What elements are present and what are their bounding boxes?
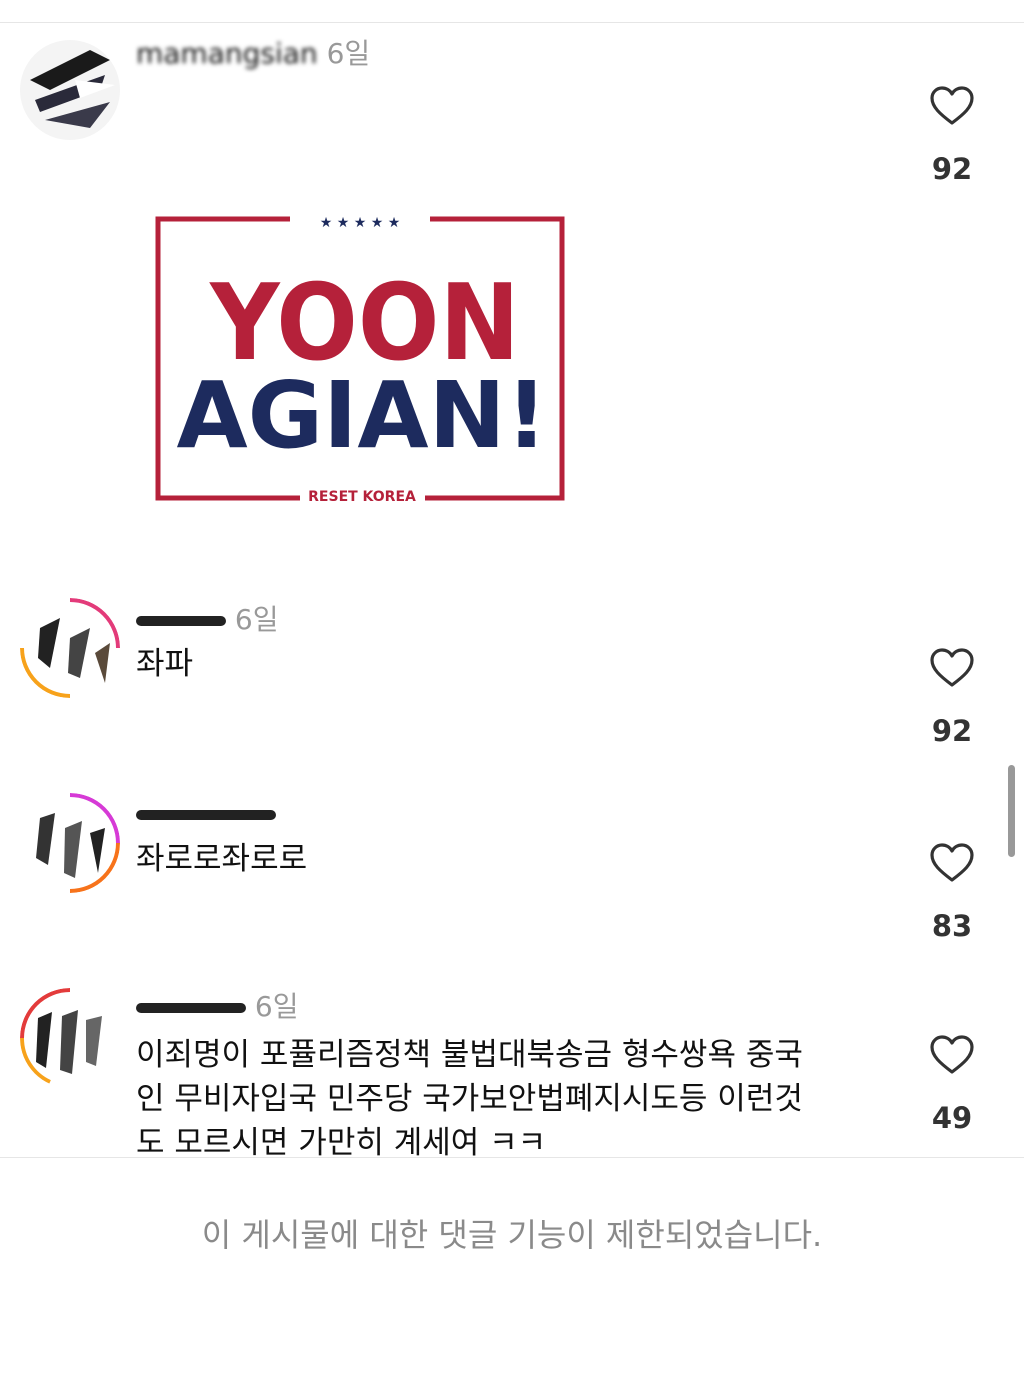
comment-text: 좌로로좌로로 [136, 841, 308, 877]
comment-time: 6일 [234, 603, 279, 636]
like-button[interactable]: 92 [922, 648, 982, 748]
comment-time: 6일 [254, 990, 299, 1023]
comments-restricted-bar: 이 게시물에 대한 댓글 기능이 제한되었습니다. [0, 1157, 1024, 1392]
top-divider [0, 22, 1024, 23]
like-button[interactable]: 49 [922, 1035, 982, 1135]
comment-meta: mamangsian 6일 [136, 32, 370, 72]
comment-text-line: 인 무비자입국 민주당 국가보안법폐지시도등 이런것 [136, 1081, 803, 1117]
like-button[interactable]: 92 [922, 86, 982, 186]
image-footer: RESET KOREA [308, 489, 416, 505]
like-count: 49 [931, 1101, 973, 1135]
comment-time: 6일 [326, 37, 371, 70]
scrollbar[interactable] [1008, 765, 1015, 857]
like-count: 92 [931, 152, 973, 186]
like-button[interactable]: 83 [922, 843, 982, 943]
avatar[interactable] [20, 988, 120, 1088]
comment-text: 이죄명이 포퓰리즘정책 불법대북송금 형수쌍욕 중국 인 무비자입국 민주당 국… [136, 1033, 803, 1165]
heart-icon [930, 843, 974, 882]
avatar[interactable] [20, 793, 120, 893]
avatar[interactable] [20, 598, 120, 698]
heart-icon [930, 1035, 974, 1074]
like-count: 83 [931, 909, 973, 943]
comment-username[interactable]: mamangsian [136, 37, 318, 70]
comment-meta: 6일 [136, 985, 298, 1025]
image-line2: AGIAN! [176, 362, 547, 469]
like-count: 92 [931, 714, 973, 748]
heart-icon [930, 648, 974, 687]
comment-text-line: 이죄명이 포퓰리즘정책 불법대북송금 형수쌍욕 중국 [136, 1037, 803, 1073]
stars-text: ★ ★ ★ ★ ★ [320, 215, 401, 231]
restricted-message: 이 게시물에 대한 댓글 기능이 제한되었습니다. [201, 1216, 823, 1254]
heart-icon [930, 86, 974, 125]
comment-meta: 6일 [136, 598, 278, 638]
comment-meta [136, 797, 276, 830]
username-redacted [136, 1003, 246, 1013]
post-image[interactable]: ★ ★ ★ ★ ★ YOON AGIAN! RESET KOREA [140, 205, 580, 510]
avatar[interactable] [20, 40, 120, 140]
username-redacted [136, 616, 226, 626]
username-redacted [136, 810, 276, 820]
comment-text: 좌파 [136, 646, 194, 682]
